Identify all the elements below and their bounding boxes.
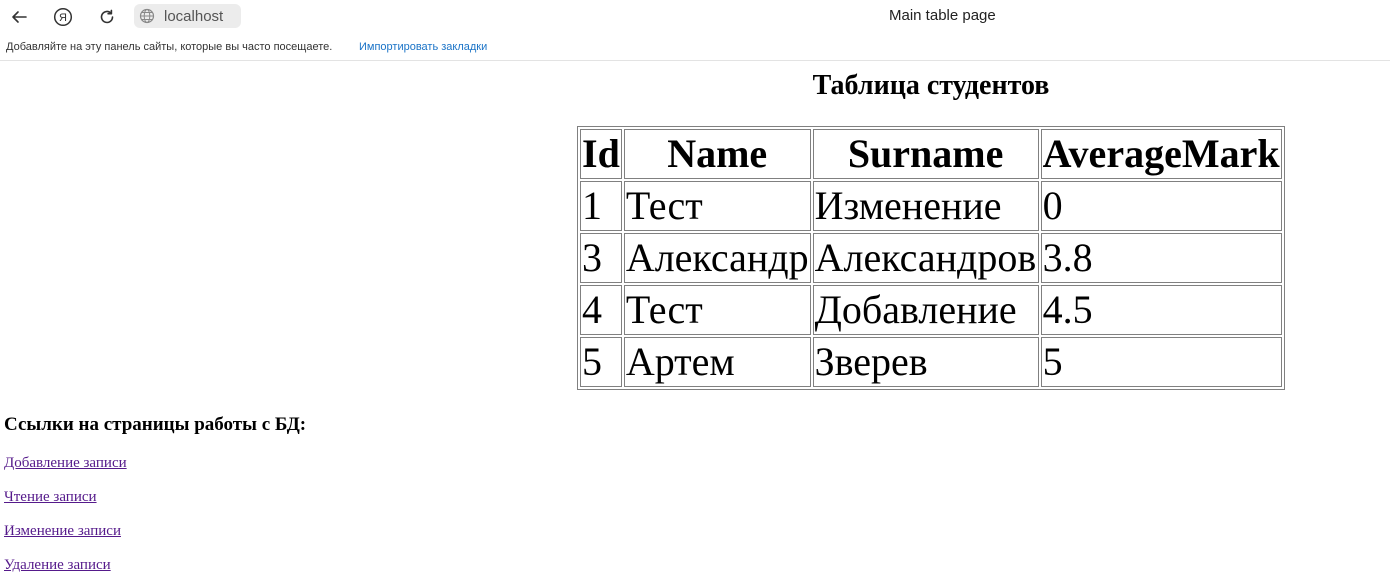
browser-toolbar: Я localhost Main table page (0, 0, 1390, 34)
table-header-row: Id Name Surname AverageMark (580, 129, 1282, 179)
delete-record-link[interactable]: Удаление записи (4, 557, 111, 574)
cell-averagemark: 4.5 (1040, 285, 1282, 335)
students-table: Id Name Surname AverageMark 1 Тест Измен… (577, 126, 1285, 390)
bookmarks-bar: Добавляйте на эту панель сайты, которые … (0, 34, 1390, 61)
table-row: 1 Тест Изменение 0 (580, 181, 1282, 231)
reload-icon[interactable] (94, 4, 120, 30)
cell-averagemark: 5 (1040, 337, 1282, 387)
table-row: 4 Тест Добавление 4.5 (580, 285, 1282, 335)
back-arrow-icon[interactable] (6, 4, 32, 30)
cell-name: Тест (623, 181, 811, 231)
cell-name: Тест (623, 285, 811, 335)
cell-id: 1 (580, 181, 622, 231)
db-links-title: Ссылки на страницы работы с БД: (4, 414, 307, 435)
cell-surname: Изменение (812, 181, 1039, 231)
header-surname: Surname (812, 129, 1039, 179)
cell-id: 4 (580, 285, 622, 335)
cell-surname: Александров (812, 233, 1039, 283)
add-record-link[interactable]: Добавление записи (4, 455, 127, 472)
cell-averagemark: 3.8 (1040, 233, 1282, 283)
svg-text:Я: Я (59, 12, 67, 24)
cell-surname: Добавление (812, 285, 1039, 335)
url-text: localhost (164, 7, 224, 25)
cell-name: Александр (623, 233, 811, 283)
address-bar[interactable]: localhost (134, 4, 241, 28)
table-row: 3 Александр Александров 3.8 (580, 233, 1282, 283)
cell-surname: Зверев (812, 337, 1039, 387)
edit-record-link[interactable]: Изменение записи (4, 523, 121, 540)
header-id: Id (580, 129, 622, 179)
yandex-icon[interactable]: Я (50, 4, 76, 30)
import-bookmarks-link[interactable]: Импортировать закладки (359, 41, 487, 53)
cell-id: 5 (580, 337, 622, 387)
read-record-link[interactable]: Чтение записи (4, 489, 97, 506)
cell-name: Артем (623, 337, 811, 387)
header-name: Name (623, 129, 811, 179)
table-row: 5 Артем Зверев 5 (580, 337, 1282, 387)
header-averagemark: AverageMark (1040, 129, 1282, 179)
cell-averagemark: 0 (1040, 181, 1282, 231)
bookmarks-hint: Добавляйте на эту панель сайты, которые … (6, 41, 333, 53)
cell-id: 3 (580, 233, 622, 283)
page-title: Main table page (889, 7, 996, 24)
globe-icon (139, 8, 155, 24)
table-heading: Таблица студентов (812, 70, 1050, 101)
